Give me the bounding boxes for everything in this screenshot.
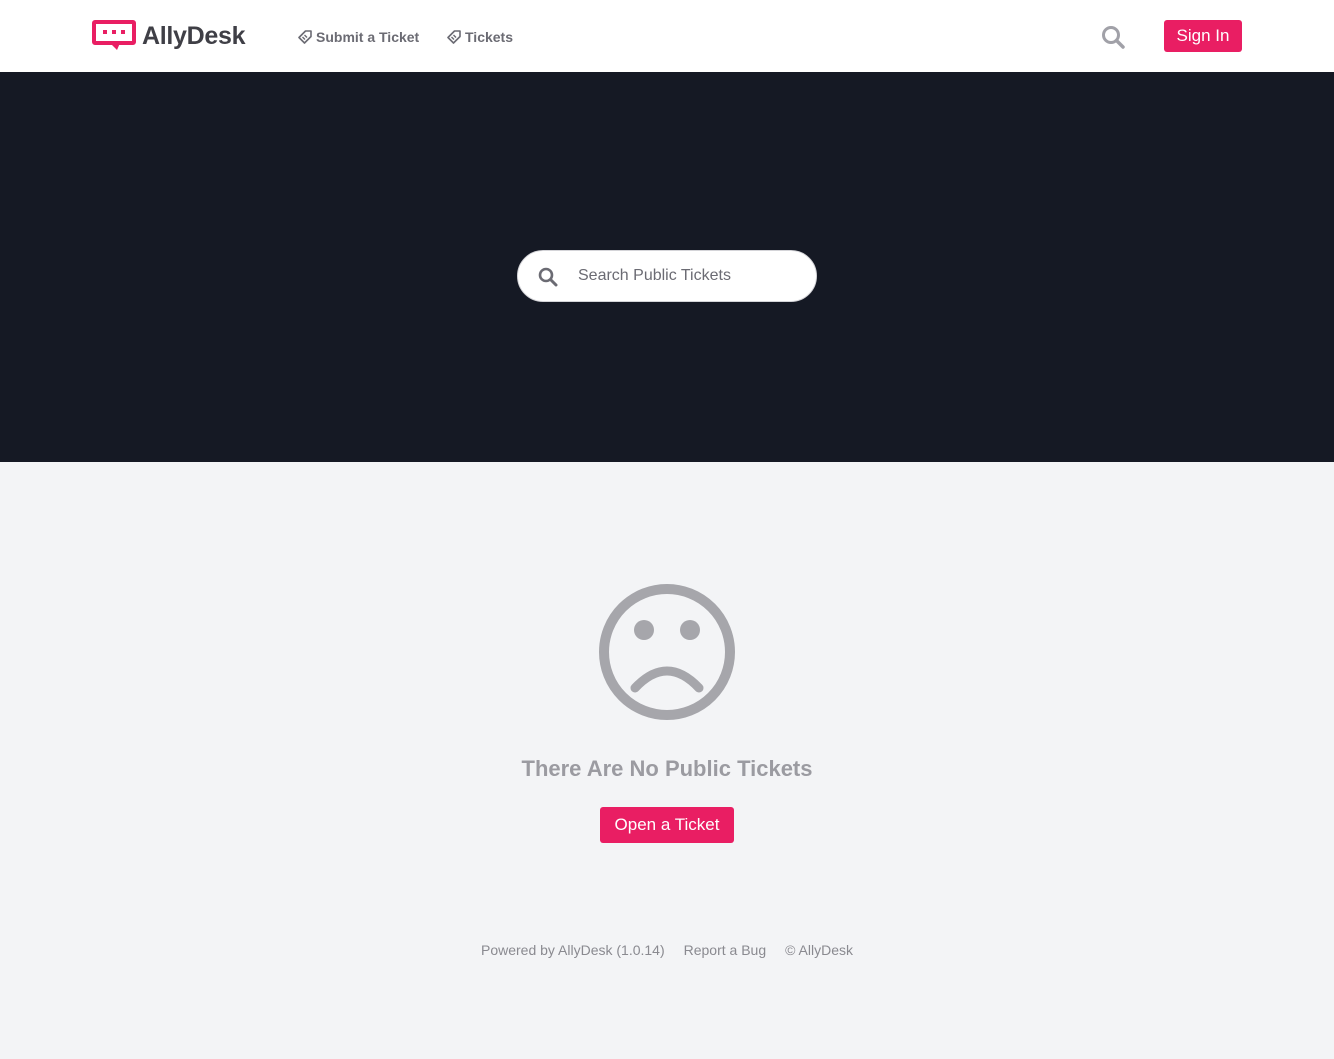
nav-tickets-label: Tickets <box>465 29 513 45</box>
search-icon <box>538 267 558 287</box>
brand-logo-link[interactable]: AllyDesk <box>92 20 246 52</box>
nav-submit-ticket-label: Submit a Ticket <box>316 29 420 45</box>
report-bug-link[interactable]: Report a Bug <box>684 942 767 958</box>
sign-in-button[interactable]: Sign In <box>1164 20 1242 52</box>
top-navbar: AllyDesk Submit a Ticket Tickets Sign In <box>0 0 1334 72</box>
ticket-tag-icon <box>447 30 461 44</box>
brand-name: AllyDesk <box>142 21 246 50</box>
public-ticket-search-input[interactable] <box>578 251 803 301</box>
chat-bubble-dots-icon <box>92 20 136 50</box>
footer: Powered by AllyDesk (1.0.14) Report a Bu… <box>0 942 1334 958</box>
nav-tickets[interactable]: Tickets <box>447 27 513 47</box>
public-ticket-search-box[interactable] <box>517 250 817 302</box>
hero-banner <box>0 72 1334 462</box>
nav-submit-ticket[interactable]: Submit a Ticket <box>298 27 419 47</box>
empty-state-message: There Are No Public Tickets <box>521 756 813 781</box>
copyright-text: © AllyDesk <box>785 942 854 958</box>
sad-face-icon <box>599 584 735 720</box>
ticket-tag-icon <box>298 30 312 44</box>
search-icon[interactable] <box>1101 25 1125 49</box>
powered-by-link[interactable]: Powered by AllyDesk (1.0.14) <box>481 942 665 958</box>
open-ticket-button[interactable]: Open a Ticket <box>600 807 734 843</box>
